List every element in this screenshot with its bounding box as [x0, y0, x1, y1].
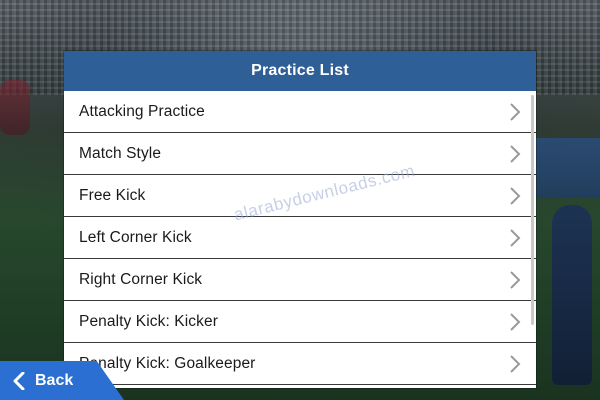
chevron-right-icon	[510, 354, 521, 373]
list-item-attacking-practice[interactable]: Attacking Practice	[64, 91, 536, 133]
chevron-right-icon	[510, 186, 521, 205]
list-item-label: Attacking Practice	[79, 102, 205, 120]
list-item-match-style[interactable]: Match Style	[64, 133, 536, 175]
list-item-right-corner-kick[interactable]: Right Corner Kick	[64, 259, 536, 301]
list-item-label: Match Style	[79, 144, 162, 162]
list-item-label: Penalty Kick: Kicker	[79, 312, 218, 330]
back-button-label: Back	[35, 371, 74, 389]
background-player-right	[552, 205, 592, 385]
chevron-left-icon	[13, 371, 25, 390]
chevron-right-icon	[510, 312, 521, 331]
list-item-label: Free Kick	[79, 186, 146, 204]
background-player-left	[0, 80, 30, 135]
list-item-left-corner-kick[interactable]: Left Corner Kick	[64, 217, 536, 259]
chevron-right-icon	[510, 270, 521, 289]
list-item-label: Penalty Kick: Goalkeeper	[79, 354, 256, 372]
advertising-board	[536, 138, 600, 198]
list-item-label: Left Corner Kick	[79, 228, 192, 246]
chevron-right-icon	[510, 228, 521, 247]
chevron-right-icon	[510, 144, 521, 163]
list-item-penalty-kick-kicker[interactable]: Penalty Kick: Kicker	[64, 301, 536, 343]
list-item-penalty-kick-goalkeeper[interactable]: Penalty Kick: Goalkeeper	[64, 343, 536, 385]
scrollbar[interactable]	[531, 95, 534, 325]
practice-list-panel: Practice List Attacking Practice Match S…	[64, 51, 536, 388]
list-item-label: Right Corner Kick	[79, 270, 203, 288]
panel-title: Practice List	[64, 51, 536, 91]
practice-list: Attacking Practice Match Style Free Kick…	[64, 91, 536, 385]
chevron-right-icon	[510, 102, 521, 121]
